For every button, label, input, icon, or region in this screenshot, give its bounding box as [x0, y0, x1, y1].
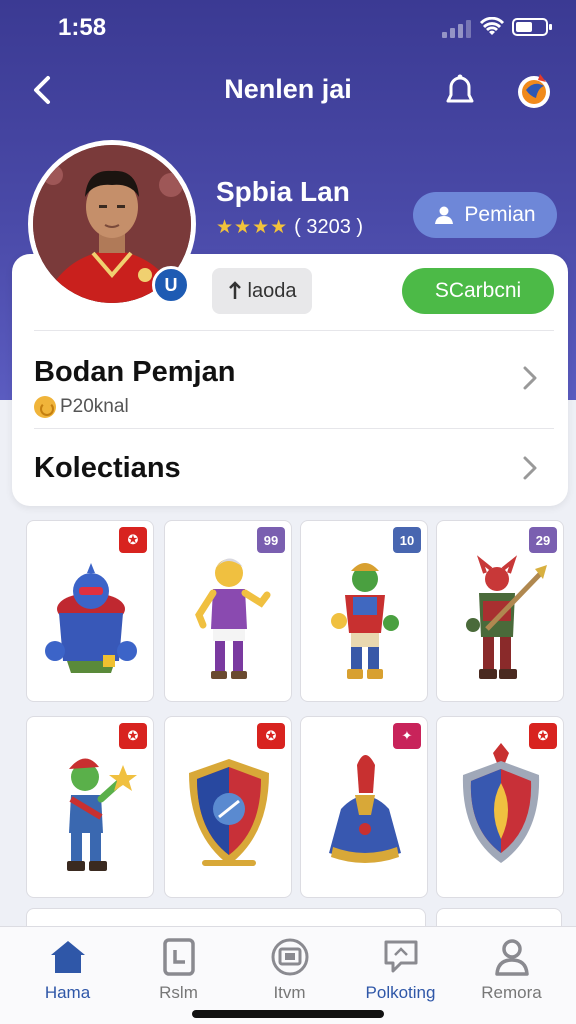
row-title: Kolectians: [34, 452, 181, 484]
status-bar: 1:58: [0, 0, 576, 56]
rating: ★★★★ ( 3203 ): [216, 216, 363, 239]
crest-shield-icon: [462, 743, 540, 863]
menu-row-player[interactable]: Bodan Pemjan P20knal: [12, 332, 568, 428]
nav-item-rslm[interactable]: Rslm: [121, 937, 236, 1003]
bell-icon: [446, 74, 474, 103]
collection-item[interactable]: ✪: [164, 716, 292, 898]
wifi-icon: [480, 17, 504, 35]
verified-badge: U: [152, 266, 190, 304]
avatar[interactable]: U: [28, 140, 196, 308]
nav-item-home[interactable]: Hama: [10, 937, 125, 1003]
collection-item[interactable]: ✦: [300, 716, 428, 898]
rating-count: ( 3203 ): [294, 216, 364, 238]
person-icon: [435, 206, 454, 224]
top-bar: Nenlen jai: [0, 60, 576, 120]
menu-row-collections[interactable]: Kolectians: [12, 430, 568, 506]
blue-robot-icon: [45, 563, 137, 673]
status-time: 1:58: [58, 14, 107, 41]
star-rating-icon: ★★★★: [216, 217, 289, 238]
collection-item-partial: [436, 908, 562, 928]
collection-item[interactable]: ✪: [436, 716, 564, 898]
green-elf-icon: [67, 758, 137, 871]
chevron-right-icon: [523, 456, 537, 480]
divider: [34, 428, 554, 429]
nav-item-polkoting[interactable]: Polkoting: [343, 937, 458, 1003]
nav-label: Remora: [481, 983, 542, 1002]
collection-item[interactable]: 99: [164, 520, 292, 702]
collection-item[interactable]: 10: [300, 520, 428, 702]
nav-item-remora[interactable]: Remora: [454, 937, 569, 1003]
divider: [34, 330, 554, 331]
secondary-action-label: laoda: [247, 279, 297, 302]
row-subtitle: P20knal: [34, 396, 129, 418]
chat-icon: [381, 937, 421, 977]
shield-emblem-icon: [189, 759, 269, 866]
pin-icon: [228, 281, 241, 299]
profile-name: Spbia Lan: [216, 176, 350, 207]
home-icon: [48, 937, 88, 977]
chevron-right-icon: [523, 366, 537, 390]
brand-logo-icon: [518, 74, 550, 108]
armored-goblin-icon: [331, 563, 399, 679]
document-icon: [159, 937, 199, 977]
page-title: Nenlen jai: [224, 74, 352, 104]
profile-icon: [492, 937, 532, 977]
nav-item-itvm[interactable]: Itvm: [232, 937, 347, 1003]
collection-item[interactable]: ✪: [26, 520, 154, 702]
primary-action-button[interactable]: SCarbcni: [402, 268, 554, 314]
monitor-icon: [270, 937, 310, 977]
secondary-action-button[interactable]: laoda: [212, 268, 312, 314]
collection-item-partial: [26, 908, 426, 928]
row-subtitle-text: P20knal: [60, 396, 129, 417]
coin-icon: [34, 396, 56, 418]
nav-label: Polkoting: [365, 983, 436, 1002]
nav-label: Rslm: [159, 983, 198, 1002]
notification-button[interactable]: [438, 68, 482, 112]
red-warrior-icon: [466, 555, 547, 679]
brand-logo-button[interactable]: [510, 66, 558, 114]
cloaked-figure-icon: [329, 755, 401, 863]
nav-label: Itvm: [273, 983, 306, 1002]
purple-hero-icon: [195, 558, 271, 679]
nav-label: Hama: [44, 983, 91, 1002]
home-indicator: [192, 1010, 384, 1018]
battery-icon: [512, 18, 552, 36]
player-button[interactable]: Pemian: [413, 192, 557, 238]
row-title: Bodan Pemjan: [34, 356, 236, 388]
signal-icon: [442, 20, 472, 38]
collection-item[interactable]: 29: [436, 520, 564, 702]
collection-item[interactable]: ✪: [26, 716, 154, 898]
player-button-label: Pemian: [464, 203, 536, 226]
